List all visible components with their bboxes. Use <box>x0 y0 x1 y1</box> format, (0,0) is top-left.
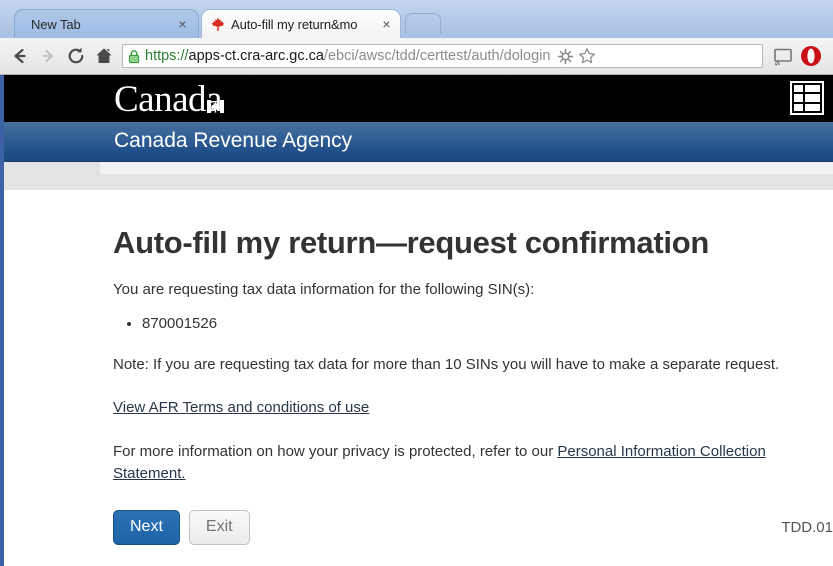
next-button[interactable]: Next <box>113 510 180 545</box>
forward-icon <box>34 42 62 70</box>
maple-leaf-icon <box>210 16 226 32</box>
cast-icon[interactable] <box>769 42 797 70</box>
exit-button[interactable]: Exit <box>188 510 250 545</box>
gc-header-band: Canada <box>0 75 833 122</box>
intro-text: You are requesting tax data information … <box>113 281 535 299</box>
opera-extension-icon[interactable] <box>797 42 825 70</box>
menu-cell <box>805 85 820 93</box>
canada-wordmark: Canada <box>114 78 224 121</box>
form-identifier: TDD.01 <box>781 519 833 536</box>
page-title: Auto-fill my return—request confirmation <box>113 225 709 260</box>
omnibox-actions <box>554 45 598 67</box>
breadcrumb-band-inner <box>100 162 833 174</box>
privacy-prefix-text: For more information on how your privacy… <box>113 442 558 460</box>
page-viewport: Canada Canada Revenue Agency Auto-fill m… <box>0 75 833 566</box>
sin-list: 870001526 <box>113 313 833 336</box>
tab-title: New Tab <box>31 16 81 32</box>
plugin-icon[interactable] <box>554 45 576 67</box>
browser-window: New Tab × Auto-fill my return&mo × https… <box>0 0 833 566</box>
tab-close-icon[interactable]: × <box>379 17 394 32</box>
terms-and-conditions-link[interactable]: View AFR Terms and conditions of use <box>113 399 369 416</box>
menu-cell <box>794 94 803 102</box>
menu-cell <box>794 103 803 111</box>
band-divider <box>0 190 833 197</box>
lock-icon <box>127 49 141 64</box>
terms-link-paragraph: View AFR Terms and conditions of use <box>113 397 813 419</box>
button-row: Next Exit <box>113 510 833 545</box>
menu-cell <box>805 103 820 111</box>
note-text: Note: If you are requesting tax data for… <box>113 356 780 374</box>
browser-tab-new-tab[interactable]: New Tab × <box>14 9 199 38</box>
list-item: 870001526 <box>142 313 833 336</box>
url-scheme: https:// <box>145 48 189 64</box>
canada-flag-icon <box>206 80 224 113</box>
grid-menu-icon[interactable] <box>790 81 824 115</box>
window-left-edge <box>0 75 4 566</box>
address-bar[interactable]: https://apps-ct.cra-arc.gc.ca/ebci/awsc/… <box>122 44 763 68</box>
new-tab-button[interactable] <box>405 13 441 34</box>
wordmark-text: Canada <box>114 79 222 120</box>
url-host: apps-ct.cra-arc.gc.ca <box>188 48 324 64</box>
main-content: Auto-fill my return—request confirmation… <box>0 197 833 566</box>
menu-cell <box>805 94 820 102</box>
star-icon[interactable] <box>576 45 598 67</box>
browser-tab-auto-fill[interactable]: Auto-fill my return&mo × <box>201 9 401 38</box>
privacy-paragraph: For more information on how your privacy… <box>113 441 813 485</box>
browser-toolbar: https://apps-ct.cra-arc.gc.ca/ebci/awsc/… <box>0 38 833 75</box>
toolbar-right-actions <box>769 42 825 70</box>
tab-title: Auto-fill my return&mo <box>231 16 358 32</box>
url-display: https://apps-ct.cra-arc.gc.ca/ebci/awsc/… <box>145 48 550 64</box>
url-path: /ebci/awsc/tdd/certtest/auth/dologin <box>323 48 551 64</box>
department-banner: Canada Revenue Agency <box>0 122 833 162</box>
department-title: Canada Revenue Agency <box>114 129 353 152</box>
back-icon[interactable] <box>6 42 34 70</box>
breadcrumb-band <box>0 162 833 190</box>
menu-cell <box>794 85 803 93</box>
home-icon[interactable] <box>90 42 118 70</box>
tab-strip: New Tab × Auto-fill my return&mo × <box>0 0 833 38</box>
tab-close-icon[interactable]: × <box>175 17 190 32</box>
reload-icon[interactable] <box>62 42 90 70</box>
